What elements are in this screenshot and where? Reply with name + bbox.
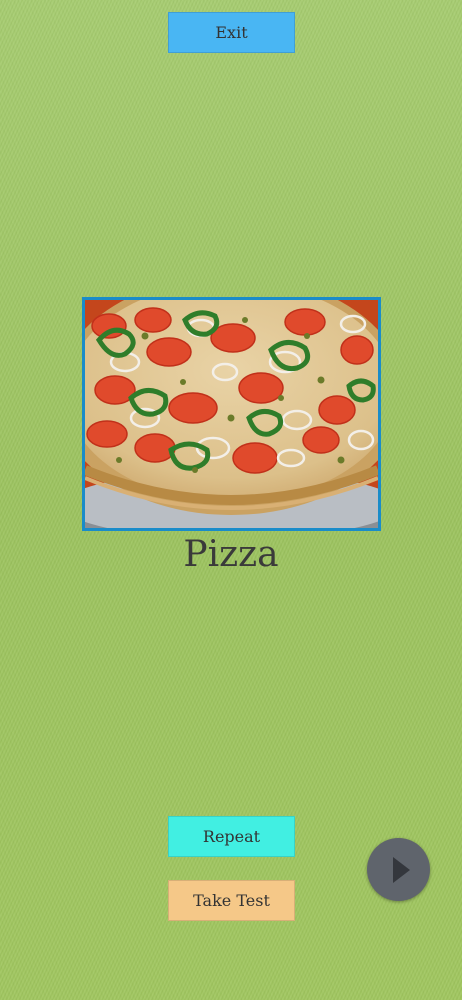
flashcard-word: Pizza bbox=[183, 534, 279, 575]
flashcard-image bbox=[82, 297, 381, 531]
take-test-button[interactable]: Take Test bbox=[168, 880, 295, 921]
take-test-button-label: Take Test bbox=[193, 891, 270, 910]
exit-button-label: Exit bbox=[215, 23, 248, 42]
pizza-photo bbox=[85, 300, 378, 528]
repeat-button-label: Repeat bbox=[202, 827, 261, 846]
play-button[interactable] bbox=[367, 838, 430, 901]
exit-button[interactable]: Exit bbox=[168, 12, 295, 53]
repeat-button[interactable]: Repeat bbox=[168, 816, 295, 857]
play-icon bbox=[393, 856, 410, 883]
